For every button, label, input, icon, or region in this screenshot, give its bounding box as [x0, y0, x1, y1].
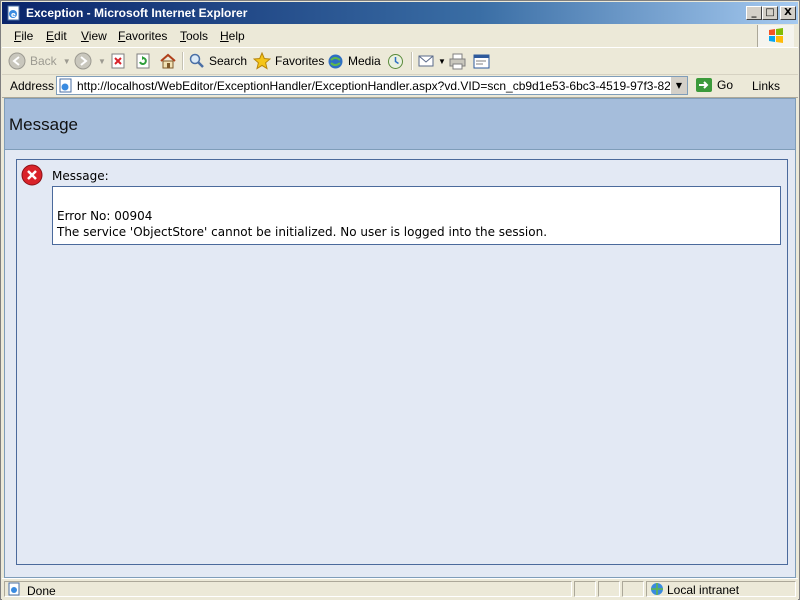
- menu-bar: File Edit View Favorites Tools Help: [2, 25, 798, 48]
- address-label: Address: [10, 79, 55, 93]
- status-bar: Done Local intranet: [2, 578, 798, 600]
- page-body: Message: Error No: 00904 The service 'Ob…: [5, 150, 795, 577]
- history-icon: [388, 53, 403, 69]
- media-button[interactable]: Media: [327, 51, 381, 71]
- menu-tools[interactable]: Tools: [180, 29, 208, 43]
- back-dropdown-icon[interactable]: ▼: [63, 57, 71, 66]
- go-label: Go: [717, 78, 734, 92]
- address-url: http://localhost/WebEditor/ExceptionHand…: [77, 79, 688, 93]
- forward-dropdown-icon[interactable]: ▼: [98, 57, 106, 66]
- search-label: Search: [209, 54, 248, 68]
- home-icon: [160, 53, 176, 69]
- toolbar-separator: [411, 52, 413, 70]
- search-button[interactable]: Search: [189, 51, 247, 71]
- address-bar: Address http://localhost/WebEditor/Excep…: [2, 75, 798, 98]
- page-title: Message: [9, 115, 78, 134]
- favorites-label: Favorites: [275, 54, 325, 68]
- status-cell: [598, 581, 620, 597]
- forward-button[interactable]: ▼: [74, 51, 106, 71]
- status-cell-main: Done: [4, 581, 572, 598]
- menu-edit[interactable]: Edit: [46, 29, 67, 43]
- back-arrow-icon: [8, 52, 26, 70]
- minimize-button[interactable]: _: [746, 6, 762, 20]
- close-button[interactable]: X: [780, 6, 796, 20]
- mail-button[interactable]: ▼: [418, 51, 446, 71]
- standard-toolbar: Back ▼ ▼ Search Favorites Media ▼: [2, 48, 798, 75]
- ie-page-icon: [59, 78, 72, 93]
- stop-button[interactable]: [110, 51, 126, 71]
- stop-icon: [111, 53, 125, 69]
- edit-button[interactable]: [473, 51, 490, 71]
- links-button[interactable]: Links: [752, 79, 780, 93]
- media-label: Media: [348, 54, 381, 68]
- go-button[interactable]: Go: [695, 77, 733, 93]
- home-button[interactable]: [159, 51, 177, 71]
- refresh-icon: [136, 53, 150, 69]
- page-content: Message Message: Error No: 00904 The ser…: [4, 98, 796, 578]
- page-header: Message: [5, 99, 795, 150]
- status-cell: [622, 581, 644, 597]
- window-title: Exception - Microsoft Internet Explorer: [26, 6, 248, 20]
- menu-help[interactable]: Help: [220, 29, 245, 43]
- forward-arrow-icon: [74, 52, 92, 70]
- local-intranet-icon: [651, 583, 663, 595]
- favorites-star-icon: [253, 52, 271, 70]
- print-button[interactable]: [449, 51, 466, 71]
- menu-favorites[interactable]: Favorites: [118, 29, 167, 43]
- error-number: Error No: 00904: [57, 209, 153, 223]
- refresh-button[interactable]: [135, 51, 151, 71]
- favorites-button[interactable]: Favorites: [253, 51, 324, 71]
- menu-file[interactable]: File: [14, 29, 33, 43]
- browser-window: e Exception - Microsoft Internet Explore…: [0, 0, 800, 600]
- ie-page-icon: [8, 582, 20, 596]
- zone-text: Local intranet: [667, 583, 740, 597]
- ie-page-icon: e: [7, 5, 20, 21]
- print-icon: [449, 53, 466, 69]
- back-button[interactable]: Back ▼: [8, 51, 71, 71]
- search-icon: [189, 53, 204, 68]
- mail-dropdown-icon[interactable]: ▼: [438, 57, 446, 66]
- status-cell: [574, 581, 596, 597]
- error-icon: [21, 164, 43, 186]
- back-label: Back: [30, 54, 57, 68]
- go-arrow-icon: [696, 78, 712, 92]
- menu-view[interactable]: View: [81, 29, 107, 43]
- media-icon: [328, 54, 343, 68]
- history-button[interactable]: [387, 51, 404, 71]
- message-panel: Message: Error No: 00904 The service 'Ob…: [16, 159, 788, 565]
- error-text: The service 'ObjectStore' cannot be init…: [57, 225, 548, 239]
- message-label: Message:: [52, 169, 109, 183]
- edit-icon: [473, 54, 490, 68]
- maximize-button[interactable]: □: [762, 6, 778, 20]
- svg-text:e: e: [11, 11, 16, 19]
- status-zone: Local intranet: [646, 581, 796, 597]
- status-text: Done: [27, 584, 56, 598]
- message-box: Error No: 00904 The service 'ObjectStore…: [52, 186, 781, 245]
- address-input[interactable]: http://localhost/WebEditor/ExceptionHand…: [56, 76, 688, 95]
- address-dropdown-icon[interactable]: ▼: [670, 77, 687, 94]
- title-bar: e Exception - Microsoft Internet Explore…: [2, 2, 798, 24]
- mail-icon: [418, 55, 434, 67]
- toolbar-separator: [182, 52, 184, 70]
- windows-logo-icon: [757, 25, 794, 47]
